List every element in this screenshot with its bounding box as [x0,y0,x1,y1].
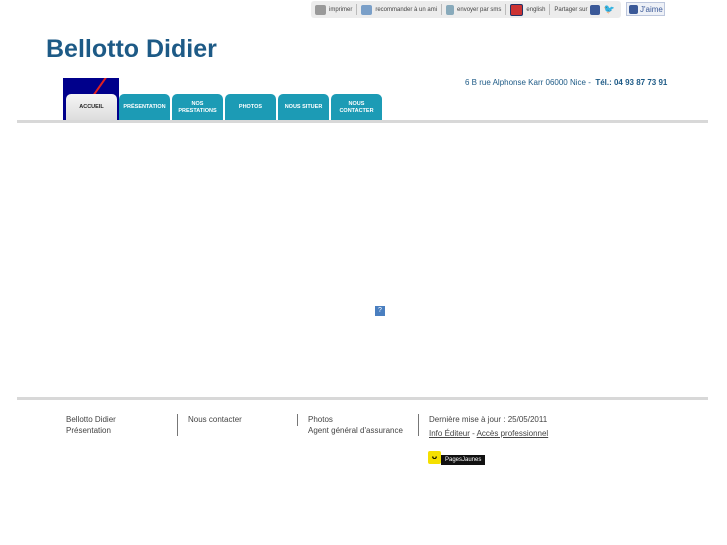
acces-pro-link[interactable]: Accès professionnel [477,429,549,438]
sms-label: envoyer par sms [457,6,502,13]
share: Partager sur 🐦 [550,4,618,15]
tab-nous-contacter[interactable]: NOUS CONTACTER [331,94,382,121]
recommend-icon [361,4,373,15]
toolbar: imprimer recommander à un ami envoyer pa… [311,1,621,18]
english-button[interactable]: english [506,3,551,16]
phone: Tél.: 04 93 87 73 91 [595,78,668,87]
footer-col-3: Photos Agent général d'assurance [297,414,403,435]
footer-link-photos[interactable]: Photos [308,414,403,425]
footer-col-2: Nous contacter [177,414,242,436]
footer-link-presentation[interactable]: Présentation [66,425,116,436]
footer-link-agent[interactable]: Agent général d'assurance [308,425,403,436]
pagesjaunes-smile-icon: ᴗ [428,450,441,464]
footer-link-contact[interactable]: Nous contacter [188,414,242,425]
footer-link-home[interactable]: Bellotto Didier [66,414,116,425]
like-label: J'aime [640,4,663,14]
header-divider [17,120,708,123]
sms-button[interactable]: envoyer par sms [442,4,507,15]
footer-divider [17,397,708,400]
printer-icon [315,4,326,15]
main-nav: ACCUEIL PRÉSENTATION NOS PRESTATIONS PHO… [66,94,382,121]
uk-flag-icon [510,3,524,16]
recommend-label: recommander à un ami [375,6,438,13]
separator: - [469,429,477,438]
english-label: english [526,6,546,13]
site-title[interactable]: Bellotto Didier [46,35,217,64]
tab-photos[interactable]: PHOTOS [225,94,276,121]
footer-col-4: Dernière mise à jour : 25/05/2011 Info É… [418,414,549,438]
address: 6 B rue Alphonse Karr 06000 Nice [465,78,586,87]
tab-prestations[interactable]: NOS PRESTATIONS [172,94,223,121]
twitter-icon[interactable]: 🐦 [603,4,614,15]
facebook-icon[interactable] [590,4,601,15]
pagesjaunes-badge[interactable]: ᴗ PagesJaunes [428,450,486,465]
share-label: Partager sur [554,6,588,13]
phone-icon [446,4,455,15]
last-update: Dernière mise à jour : 25/05/2011 [429,415,548,424]
tab-presentation[interactable]: PRÉSENTATION [119,94,170,121]
print-button[interactable]: imprimer [311,4,358,15]
tab-nous-situer[interactable]: NOUS SITUER [278,94,329,121]
missing-plugin-icon[interactable]: ? [375,306,385,316]
footer-col-1: Bellotto Didier Présentation [66,414,116,436]
contact-info: 6 B rue Alphonse Karr 06000 Nice - Tél.:… [465,78,668,87]
recommend-button[interactable]: recommander à un ami [357,4,443,15]
facebook-icon [629,4,638,14]
like-button[interactable]: J'aime [626,2,665,16]
tab-accueil[interactable]: ACCUEIL [66,94,117,121]
info-editeur-link[interactable]: Info Éditeur [429,429,470,438]
pagesjaunes-label: PagesJaunes [441,454,486,465]
print-label: imprimer [329,6,353,13]
